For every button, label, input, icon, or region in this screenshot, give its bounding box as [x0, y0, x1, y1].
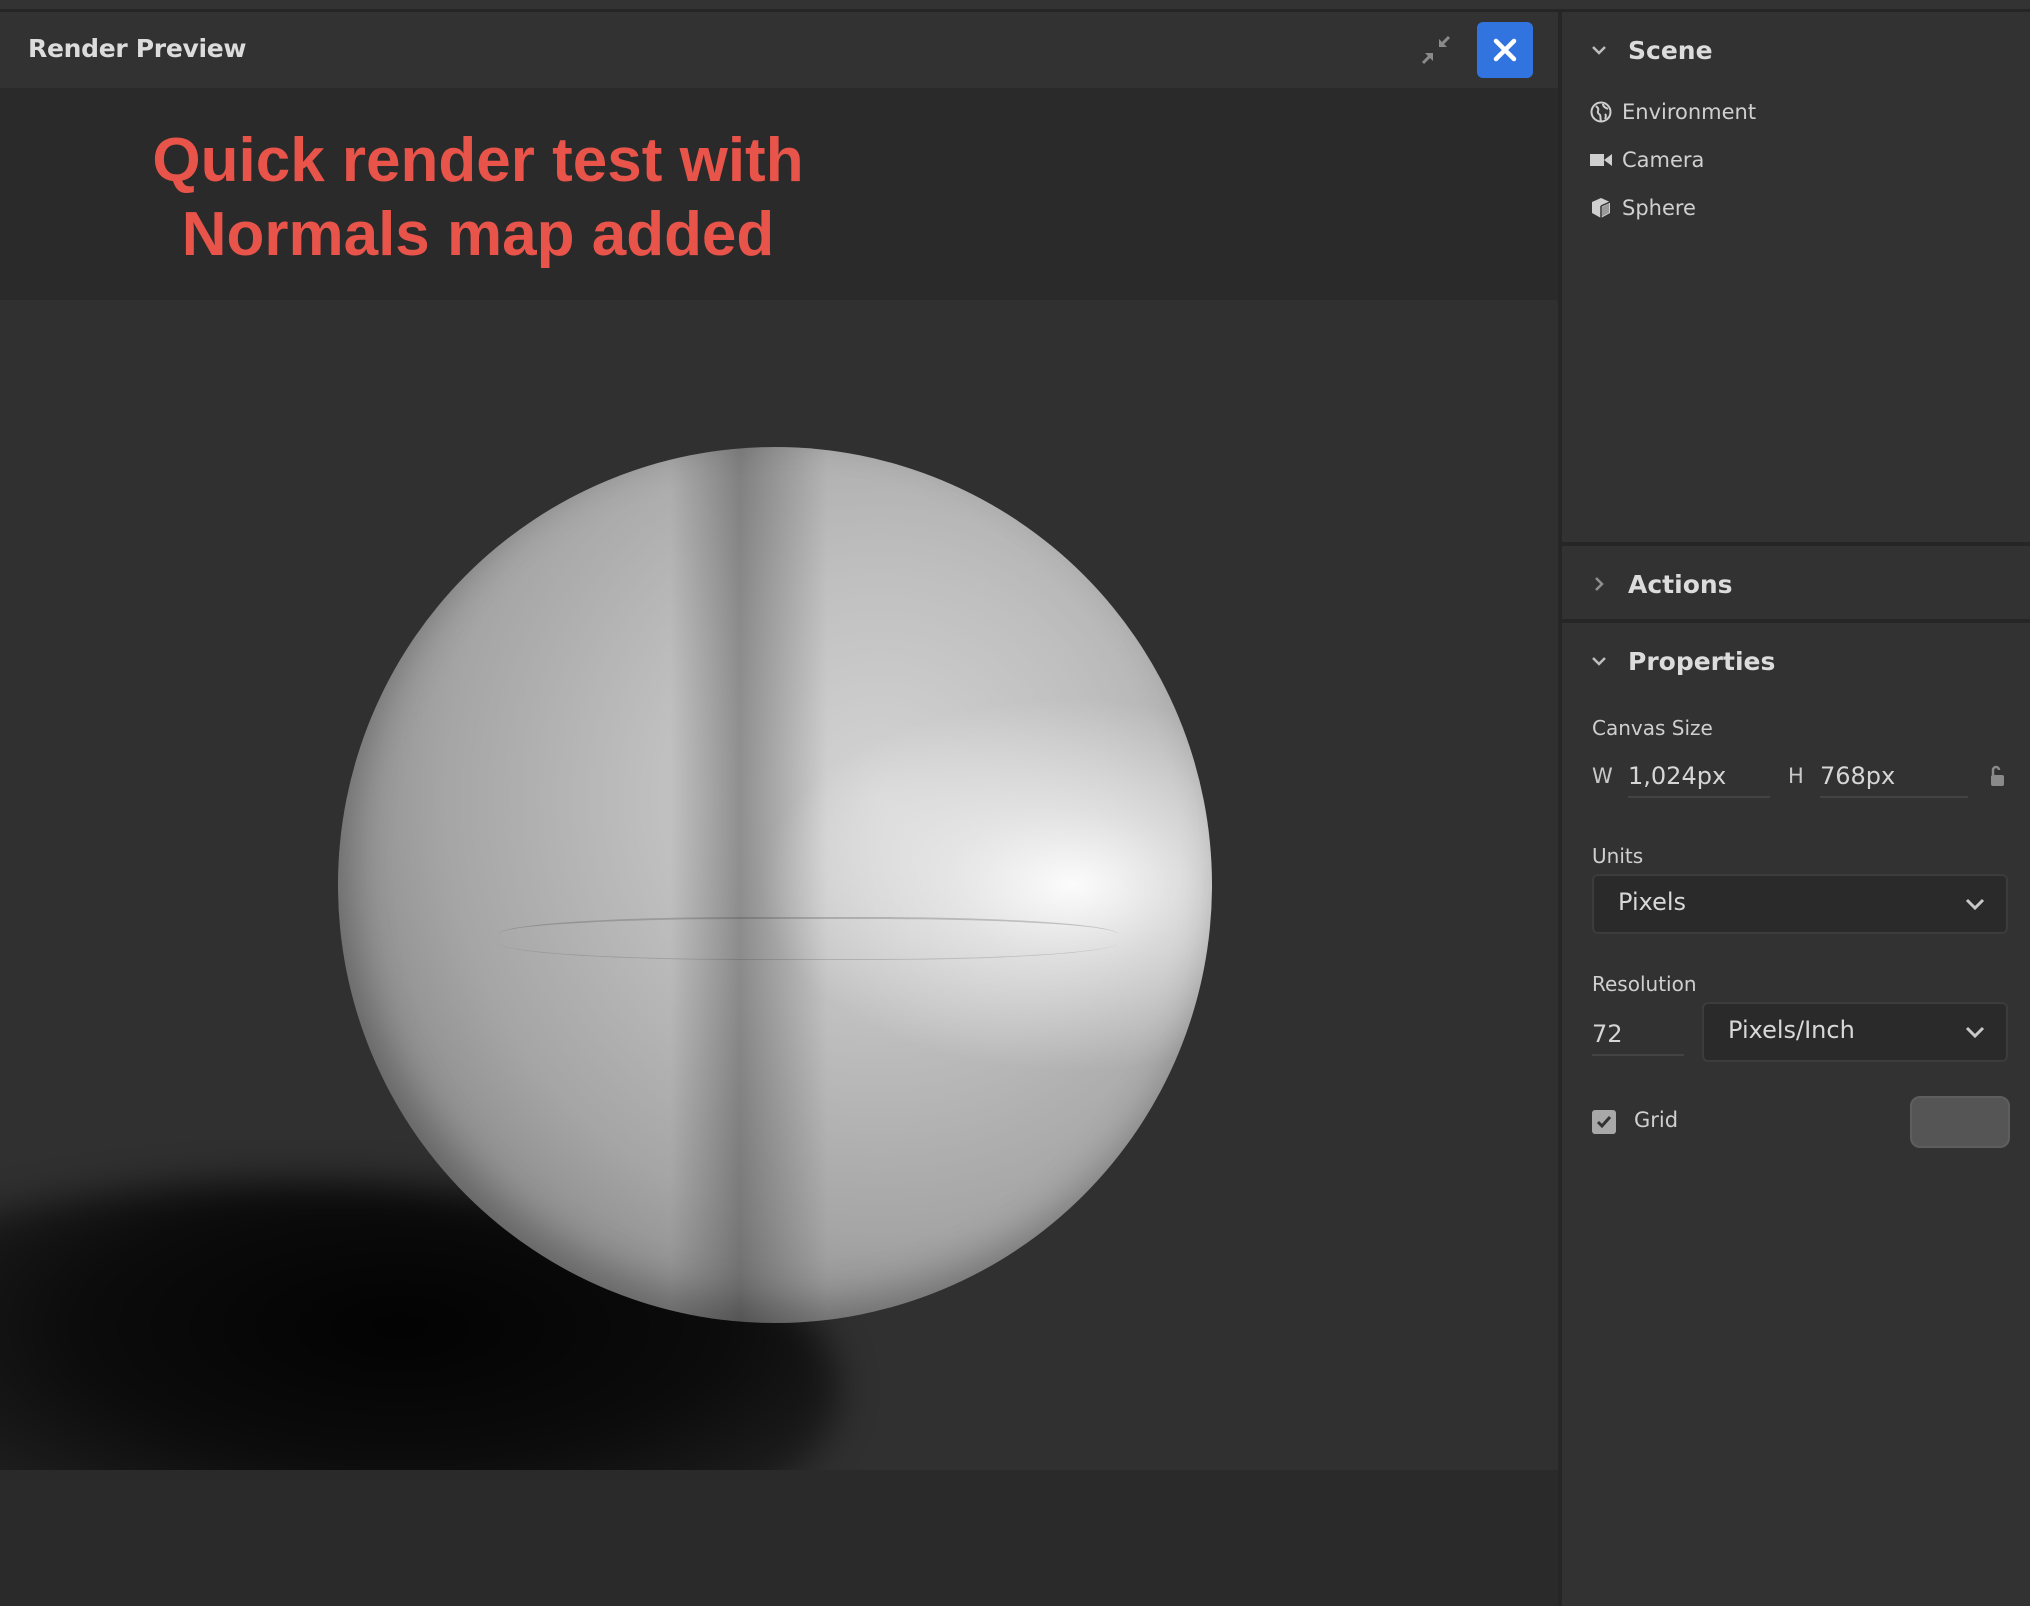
scene-section-header[interactable]: Scene	[1562, 20, 2030, 80]
rendered-sphere	[338, 447, 1212, 1323]
preview-header: Render Preview	[0, 12, 1558, 88]
canvas-size-label: Canvas Size	[1592, 716, 1713, 740]
properties-section-header[interactable]: Properties	[1562, 631, 2030, 691]
collapse-button[interactable]	[1418, 32, 1454, 68]
sphere-surface-detail	[498, 917, 1118, 960]
unlocked-padlock-icon	[1991, 765, 2004, 786]
height-letter: H	[1788, 764, 1804, 788]
chevron-down-icon	[1965, 1026, 1985, 1039]
preview-title: Render Preview	[28, 34, 247, 63]
chevron-right-icon	[1595, 577, 1604, 591]
preview-footer-area	[0, 1470, 1558, 1606]
close-icon	[1493, 38, 1517, 62]
grid-color-swatch[interactable]	[1910, 1096, 2010, 1148]
properties-section-title: Properties	[1628, 646, 1776, 676]
section-separator	[1562, 542, 2030, 546]
aspect-lock-button[interactable]	[1988, 764, 2008, 788]
scene-item-camera[interactable]: Camera	[1590, 142, 1704, 178]
scene-item-label: Environment	[1622, 100, 1757, 124]
grid-label: Grid	[1634, 1108, 1679, 1132]
checkmark-icon	[1596, 1116, 1612, 1129]
canvas-width-input[interactable]: 1,024px	[1628, 756, 1770, 798]
annotation-area: Quick render test with Normals map added	[0, 88, 1558, 300]
units-selected-value: Pixels	[1618, 888, 1687, 916]
actions-section-title: Actions	[1628, 569, 1733, 599]
units-dropdown[interactable]: Pixels	[1592, 874, 2008, 934]
chevron-down-icon	[1592, 657, 1606, 666]
canvas-height-input[interactable]: 768px	[1820, 756, 1968, 798]
annotation-line-2: Normals map added	[181, 200, 775, 269]
units-label: Units	[1592, 844, 1644, 868]
window-top-strip	[0, 0, 2030, 9]
resolution-unit-selected-value: Pixels/Inch	[1728, 1016, 1855, 1044]
scene-item-label: Camera	[1622, 148, 1705, 172]
actions-section-header[interactable]: Actions	[1562, 554, 2030, 614]
properties-panel: Scene Environment Camera Sphere Actions …	[1562, 12, 2030, 1606]
scene-item-sphere[interactable]: Sphere	[1590, 190, 1696, 226]
chevron-down-icon	[1965, 898, 1985, 911]
chevron-down-icon	[1592, 46, 1606, 55]
close-button[interactable]	[1477, 22, 1533, 78]
scene-item-label: Sphere	[1622, 196, 1696, 220]
globe-icon	[1590, 101, 1612, 123]
cube-icon	[1590, 197, 1612, 219]
annotation-line-1: Quick render test with	[152, 126, 804, 195]
render-viewport	[0, 300, 1558, 1470]
annotation-text: Quick render test with Normals map added	[0, 124, 956, 272]
resolution-label: Resolution	[1592, 972, 1697, 996]
resolution-unit-dropdown[interactable]: Pixels/Inch	[1702, 1002, 2008, 1062]
scene-item-environment[interactable]: Environment	[1590, 94, 1756, 130]
grid-checkbox[interactable]	[1592, 1110, 1616, 1134]
video-camera-icon	[1590, 149, 1612, 171]
resolution-input[interactable]: 72	[1592, 1014, 1684, 1056]
width-letter: W	[1592, 764, 1613, 788]
scene-section-title: Scene	[1628, 35, 1713, 65]
section-separator	[1562, 619, 2030, 623]
collapse-arrows-icon	[1421, 35, 1451, 65]
